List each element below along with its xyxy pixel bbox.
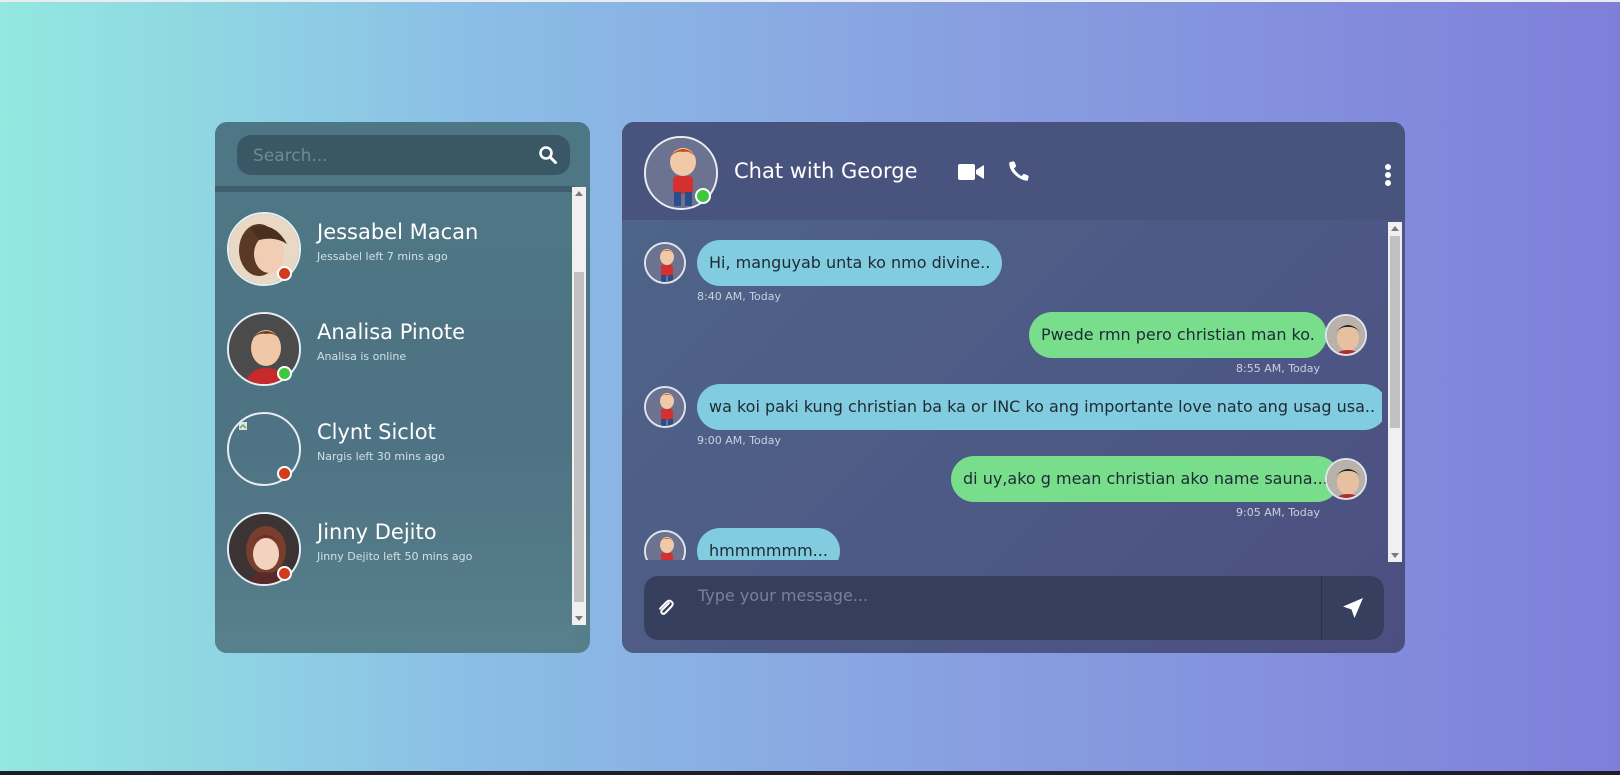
scroll-up-arrow-icon[interactable] bbox=[1391, 226, 1399, 231]
search-bar bbox=[237, 135, 570, 177]
contact-status-text: Jinny Dejito left 50 mins ago bbox=[317, 550, 473, 563]
status-dot-offline bbox=[277, 266, 292, 281]
scroll-down-arrow-icon[interactable] bbox=[1391, 553, 1399, 558]
message-time: 9:00 AM, Today bbox=[697, 434, 782, 447]
avatar bbox=[644, 530, 686, 560]
messages-scrollbar[interactable] bbox=[1388, 222, 1402, 562]
status-dot-online bbox=[277, 366, 292, 381]
status-dot-online bbox=[695, 188, 711, 204]
chat-panel: Chat with George Hi, manguyab unta ko nm… bbox=[622, 122, 1405, 653]
status-dot-offline bbox=[277, 466, 292, 481]
send-button[interactable] bbox=[1322, 576, 1384, 640]
more-vertical-icon[interactable] bbox=[1384, 164, 1392, 186]
contact-status-text: Analisa is online bbox=[317, 350, 407, 363]
contacts-footer bbox=[215, 625, 575, 653]
message-bubble-outgoing: di uy,ako g mean christian ako name saun… bbox=[951, 456, 1340, 502]
phone-icon[interactable] bbox=[1008, 160, 1030, 182]
scroll-down-arrow-icon[interactable] bbox=[575, 616, 583, 621]
message-list: Hi, manguyab unta ko nmo divine.. 8:40 A… bbox=[622, 220, 1382, 560]
avatar bbox=[1325, 458, 1367, 500]
chat-title: Chat with George bbox=[734, 159, 918, 183]
message-composer bbox=[644, 576, 1384, 640]
contacts-panel: Jessabel Macan Jessabel left 7 mins ago … bbox=[215, 122, 590, 653]
contact-item[interactable]: Jessabel Macan Jessabel left 7 mins ago bbox=[215, 212, 575, 302]
message-bubble-outgoing: Pwede rmn pero christian man ko. bbox=[1029, 312, 1327, 358]
scroll-up-arrow-icon[interactable] bbox=[575, 191, 583, 196]
search-icon[interactable] bbox=[538, 145, 558, 165]
contact-item[interactable]: Jinny Dejito Jinny Dejito left 50 mins a… bbox=[215, 512, 575, 602]
send-icon bbox=[1343, 598, 1363, 618]
bottom-border bbox=[0, 771, 1620, 775]
message-input[interactable] bbox=[686, 576, 1322, 640]
scrollbar-thumb[interactable] bbox=[574, 272, 584, 602]
contact-name: Jinny Dejito bbox=[317, 520, 437, 544]
scrollbar-thumb[interactable] bbox=[1390, 236, 1400, 428]
message-bubble-incoming: Hi, manguyab unta ko nmo divine.. bbox=[697, 240, 1003, 286]
video-camera-icon[interactable] bbox=[958, 163, 984, 181]
contact-item[interactable]: Analisa Pinote Analisa is online bbox=[215, 312, 575, 402]
avatar bbox=[644, 386, 686, 428]
avatar bbox=[644, 242, 686, 284]
contact-name: Analisa Pinote bbox=[317, 320, 466, 344]
message-time: 8:55 AM, Today bbox=[1236, 362, 1321, 375]
paperclip-icon[interactable] bbox=[656, 598, 676, 618]
contact-name: Clynt Siclot bbox=[317, 420, 436, 444]
contacts-scrollbar[interactable] bbox=[572, 187, 586, 625]
contact-list: Jessabel Macan Jessabel left 7 mins ago … bbox=[215, 192, 575, 622]
message-bubble-incoming: wa koi paki kung christian ba ka or INC … bbox=[697, 384, 1382, 430]
contact-item[interactable]: Clynt Siclot Nargis left 30 mins ago bbox=[215, 412, 575, 502]
contact-name: Jessabel Macan bbox=[317, 220, 479, 244]
status-dot-offline bbox=[277, 566, 292, 581]
message-time: 9:05 AM, Today bbox=[1236, 506, 1321, 519]
top-border bbox=[0, 0, 1620, 2]
avatar bbox=[1325, 314, 1367, 356]
message-time: 8:40 AM, Today bbox=[697, 290, 782, 303]
search-input[interactable] bbox=[251, 135, 525, 177]
message-bubble-incoming: hmmmmmm... bbox=[697, 528, 840, 560]
contact-status-text: Nargis left 30 mins ago bbox=[317, 450, 445, 463]
contact-status-text: Jessabel left 7 mins ago bbox=[317, 250, 448, 263]
chat-header: Chat with George bbox=[622, 122, 1405, 220]
